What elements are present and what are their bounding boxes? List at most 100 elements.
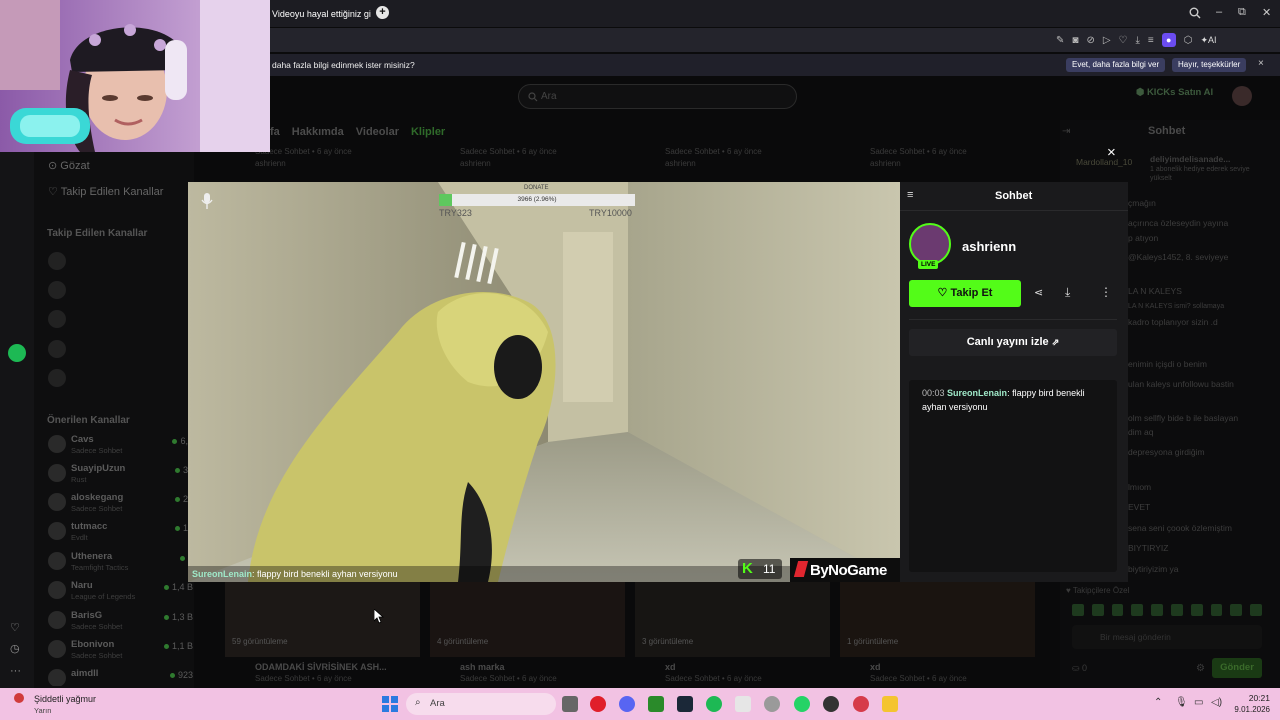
- follow-button[interactable]: ♡ Takip Et: [909, 280, 1021, 307]
- steam-icon[interactable]: [677, 696, 693, 712]
- shield-icon[interactable]: ⊘: [1086, 35, 1094, 46]
- streamer-name[interactable]: ashrienn: [962, 239, 1016, 254]
- volume-icon[interactable]: ◁): [1211, 697, 1222, 708]
- clip-thumbnail[interactable]: 3 görüntüleme: [635, 582, 830, 657]
- tab-about[interactable]: Hakkımda: [292, 126, 344, 138]
- network-icon[interactable]: ▭: [1194, 697, 1203, 708]
- clock-time[interactable]: 20:21: [1236, 693, 1270, 703]
- mic-tray-icon[interactable]: 🎙: [1175, 697, 1188, 708]
- watch-live-button[interactable]: Canlı yayını izle ⇗: [909, 329, 1117, 356]
- site-search[interactable]: Ara: [518, 84, 797, 109]
- tab-clips[interactable]: Klipler: [411, 126, 445, 138]
- weather-icon[interactable]: [14, 693, 24, 703]
- start-icon[interactable]: [382, 696, 398, 712]
- avatar[interactable]: [48, 310, 66, 328]
- collapse-chat-icon[interactable]: ≡: [907, 189, 913, 201]
- clip-title[interactable]: xd Sadece Sohbet • 6 ay önce: [665, 662, 762, 683]
- extension-icon[interactable]: ⬡: [1184, 35, 1193, 46]
- send-button[interactable]: Gönder: [1212, 658, 1262, 678]
- mouse-cursor: [374, 609, 384, 624]
- edit-icon[interactable]: ✎: [1056, 35, 1064, 46]
- webcam-overlay: [0, 0, 270, 152]
- profile-icon[interactable]: ●: [1161, 33, 1176, 47]
- more-icon[interactable]: ···: [10, 665, 21, 677]
- minimize-icon[interactable]: –: [1216, 6, 1222, 18]
- icon-sidebar: ♡ ◷ ···: [0, 76, 34, 688]
- play-icon[interactable]: ▷: [1103, 35, 1111, 46]
- tray-chevron-icon[interactable]: ⌃: [1154, 697, 1162, 708]
- avatar[interactable]: [48, 369, 66, 387]
- channel-item[interactable]: Naru League of Legends 1,4 B: [47, 578, 197, 606]
- microphone-icon[interactable]: [200, 192, 214, 210]
- more-options-icon[interactable]: ⋮: [1100, 285, 1112, 299]
- nav-following[interactable]: ♡ Takip Edilen Kanallar: [48, 185, 163, 198]
- clip-thumbnail[interactable]: 4 görüntüleme: [430, 582, 625, 657]
- store-icon[interactable]: [735, 696, 751, 712]
- task-view-icon[interactable]: [562, 696, 578, 712]
- window-close-icon[interactable]: ✕: [1262, 6, 1271, 19]
- whatsapp-icon[interactable]: [794, 696, 810, 712]
- file-explorer-icon[interactable]: [882, 696, 898, 712]
- message-input[interactable]: Bir mesaj gönderin: [1072, 625, 1262, 649]
- accept-button[interactable]: Evet, daha fazla bilgi ver: [1066, 58, 1166, 72]
- ai-button[interactable]: ✦AI: [1201, 35, 1217, 46]
- heart-icon[interactable]: ♡: [1119, 35, 1128, 46]
- user-avatar[interactable]: [1232, 86, 1252, 106]
- clip-title[interactable]: ash marka Sadece Sohbet • 6 ay önce: [460, 662, 557, 683]
- channel-item[interactable]: Ebonivon Sadece Sohbet 1,1 B: [47, 637, 197, 665]
- tab-videos[interactable]: Videolar: [356, 126, 399, 138]
- channel-item[interactable]: tutmacc Evdlt 13: [47, 519, 197, 547]
- spotify-icon[interactable]: [8, 344, 26, 362]
- history-icon[interactable]: ◷: [10, 642, 20, 655]
- channel-item[interactable]: Cavs Sadece Sohbet 6,8: [47, 432, 197, 460]
- spotify-taskbar-icon[interactable]: [706, 696, 722, 712]
- clip-video-player[interactable]: DONATE 3966 (2.96%) TRY323 TRY10000 Sure…: [188, 182, 900, 582]
- obs-icon[interactable]: [823, 696, 839, 712]
- notification-close-icon[interactable]: ×: [1258, 58, 1264, 69]
- weather-title[interactable]: Şiddetli yağmur: [34, 694, 96, 704]
- avatar[interactable]: [48, 340, 66, 358]
- taskbar-search[interactable]: ⌕ Ara: [406, 693, 556, 715]
- download-clip-icon[interactable]: ⤓: [1065, 285, 1070, 300]
- donate-min: TRY323: [439, 208, 472, 218]
- donate-label: DONATE: [524, 185, 549, 191]
- menu-icon[interactable]: ≡: [1148, 35, 1154, 46]
- opera-icon[interactable]: [590, 696, 606, 712]
- clip-title[interactable]: xd Sadece Sohbet • 6 ay önce: [870, 662, 967, 683]
- clip-title[interactable]: ODAMDAKİ SİVRİSİNEK ASH... Sadece Sohbet …: [255, 662, 387, 683]
- share-icon[interactable]: ⋖: [1034, 286, 1043, 299]
- settings-gear-icon[interactable]: [764, 696, 780, 712]
- browser-tab[interactable]: Videoyu hayal ettiğiniz gi ×: [272, 4, 383, 24]
- site-search-placeholder: Ara: [541, 91, 557, 102]
- tab-home[interactable]: fa: [270, 126, 280, 138]
- clip-thumbnail[interactable]: 59 görüntüleme: [225, 582, 420, 657]
- camera-icon[interactable]: ◙: [1072, 35, 1078, 46]
- weather-subtitle: Yarın: [34, 706, 52, 715]
- heart-icon[interactable]: ♡: [10, 621, 20, 634]
- avatar[interactable]: [48, 252, 66, 270]
- webcam-frame: [0, 0, 270, 152]
- modal-close-icon[interactable]: ×: [1107, 144, 1116, 161]
- clock-date[interactable]: 9.01.2026: [1226, 705, 1270, 714]
- download-icon[interactable]: ⤓: [1136, 35, 1140, 46]
- buy-kicks-button[interactable]: ⬢ KICKs Satın Al: [1136, 87, 1213, 105]
- channel-item[interactable]: SuayipUzun Rust 31: [47, 461, 197, 489]
- settings-icon[interactable]: ⚙: [1196, 663, 1205, 674]
- channel-item[interactable]: aloskegang Sadece Sohbet 22: [47, 490, 197, 518]
- channel-item[interactable]: BarisG Sadece Sohbet 1,3 B: [47, 608, 197, 636]
- nav-browse[interactable]: ⊙ Gözat: [48, 159, 90, 172]
- emote-bar[interactable]: [1072, 604, 1262, 616]
- app-icon[interactable]: [853, 696, 869, 712]
- decline-button[interactable]: Hayır, teşekkürler: [1172, 58, 1247, 72]
- clip-thumbnail[interactable]: 1 görüntüleme: [840, 582, 1035, 657]
- avatar[interactable]: [48, 281, 66, 299]
- minecraft-icon[interactable]: [648, 696, 664, 712]
- maximize-icon[interactable]: ⧉: [1238, 6, 1246, 19]
- new-tab-button[interactable]: +: [376, 6, 389, 19]
- search-icon[interactable]: [1189, 7, 1201, 19]
- collapse-icon[interactable]: ⇥: [1062, 126, 1070, 137]
- discord-icon[interactable]: [619, 696, 635, 712]
- channel-item[interactable]: aimdll 923: [47, 666, 197, 686]
- streamer-avatar[interactable]: [909, 223, 951, 265]
- channel-item[interactable]: UtheneraTeamfight Tactics6: [47, 549, 197, 577]
